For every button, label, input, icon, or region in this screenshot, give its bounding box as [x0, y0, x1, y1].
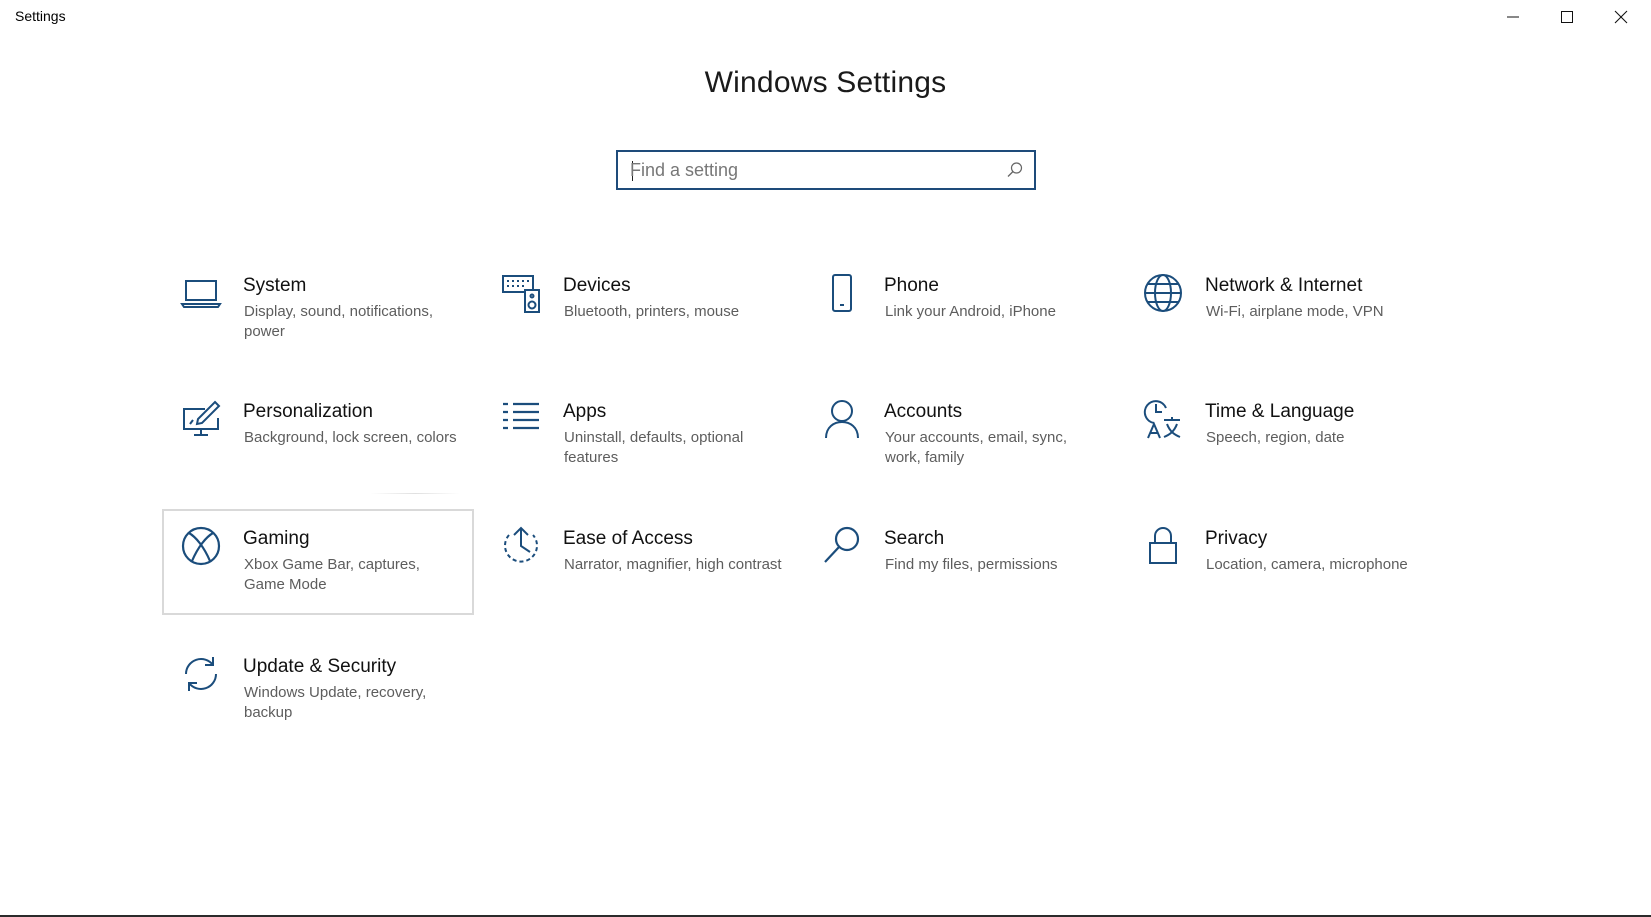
tile-title: Devices — [563, 275, 631, 296]
phone-icon — [821, 272, 863, 314]
clock-language-icon — [1142, 398, 1184, 440]
tile-title: Phone — [884, 275, 939, 296]
tile-description: Xbox Game Bar, captures, Game Mode — [244, 556, 420, 593]
tile-title: Privacy — [1205, 528, 1268, 549]
paint-screen-icon — [180, 398, 222, 440]
ease-of-access-icon — [500, 525, 542, 567]
tile-description: Narrator, magnifier, high contrast — [564, 556, 782, 573]
tile-network-internet[interactable]: Network & Internet Wi-Fi, airplane mode,… — [1124, 256, 1436, 362]
lock-icon — [1142, 525, 1184, 567]
laptop-icon — [180, 272, 222, 314]
keyboard-speaker-icon — [500, 272, 542, 314]
tile-title: Search — [884, 528, 945, 549]
tile-title: Gaming — [243, 528, 310, 549]
person-icon — [821, 398, 863, 440]
tile-description: Your accounts, email, sync, work, family — [885, 429, 1068, 466]
maximize-icon — [1561, 11, 1573, 23]
sync-arrows-icon — [180, 653, 222, 695]
tile-description: Uninstall, defaults, optional features — [564, 429, 744, 466]
tile-phone[interactable]: Phone Link your Android, iPhone — [803, 256, 1115, 362]
shadow-artifact — [370, 493, 460, 494]
tile-system[interactable]: System Display, sound, notifications, po… — [162, 256, 474, 362]
search-icon[interactable] — [1006, 161, 1024, 179]
tile-description: Speech, region, date — [1206, 429, 1345, 446]
tile-description: Link your Android, iPhone — [885, 303, 1056, 320]
tile-title: Update & Security — [243, 656, 397, 677]
tile-description: Background, lock screen, colors — [244, 429, 457, 446]
tile-search[interactable]: Search Find my files, permissions — [803, 509, 1115, 615]
xbox-icon — [180, 525, 222, 567]
close-icon — [1614, 10, 1628, 24]
tile-accounts[interactable]: Accounts Your accounts, email, sync, wor… — [803, 382, 1115, 488]
tile-time-language[interactable]: Time & Language Speech, region, date — [1124, 382, 1436, 488]
list-icon — [500, 398, 542, 440]
tile-description: Find my files, permissions — [885, 556, 1058, 573]
tile-personalization[interactable]: Personalization Background, lock screen,… — [162, 382, 474, 488]
search-box[interactable] — [616, 150, 1036, 190]
tile-title: Time & Language — [1205, 401, 1355, 422]
globe-icon — [1142, 272, 1184, 314]
page-title: Windows Settings — [704, 66, 947, 99]
window-title: Settings — [15, 8, 66, 24]
tile-update-security[interactable]: Update & Security Windows Update, recove… — [162, 637, 474, 743]
tile-description: Location, camera, microphone — [1206, 556, 1408, 573]
settings-window: Settings Windows Settings System Display… — [0, 0, 1651, 917]
tile-apps[interactable]: Apps Uninstall, defaults, optional featu… — [482, 382, 794, 488]
tile-title: System — [243, 275, 307, 296]
close-button[interactable] — [1594, 0, 1648, 34]
tile-gaming[interactable]: Gaming Xbox Game Bar, captures, Game Mod… — [162, 509, 474, 615]
tile-title: Ease of Access — [563, 528, 693, 549]
title-bar[interactable]: Settings — [0, 0, 1651, 34]
tile-description: Display, sound, notifications, power — [244, 303, 433, 340]
minimize-button[interactable] — [1486, 0, 1540, 34]
tile-title: Network & Internet — [1205, 275, 1363, 296]
tile-description: Bluetooth, printers, mouse — [564, 303, 740, 320]
tile-title: Accounts — [884, 401, 963, 422]
maximize-button[interactable] — [1540, 0, 1594, 34]
magnifier-icon — [821, 525, 863, 567]
tile-ease-of-access[interactable]: Ease of Access Narrator, magnifier, high… — [482, 509, 794, 615]
search-input[interactable] — [630, 157, 990, 183]
tile-devices[interactable]: Devices Bluetooth, printers, mouse — [482, 256, 794, 362]
minimize-icon — [1507, 16, 1519, 18]
tile-description: Windows Update, recovery, backup — [244, 684, 427, 721]
tile-title: Apps — [563, 401, 607, 422]
tile-privacy[interactable]: Privacy Location, camera, microphone — [1124, 509, 1436, 615]
tile-title: Personalization — [243, 401, 373, 422]
tile-description: Wi-Fi, airplane mode, VPN — [1206, 303, 1384, 320]
